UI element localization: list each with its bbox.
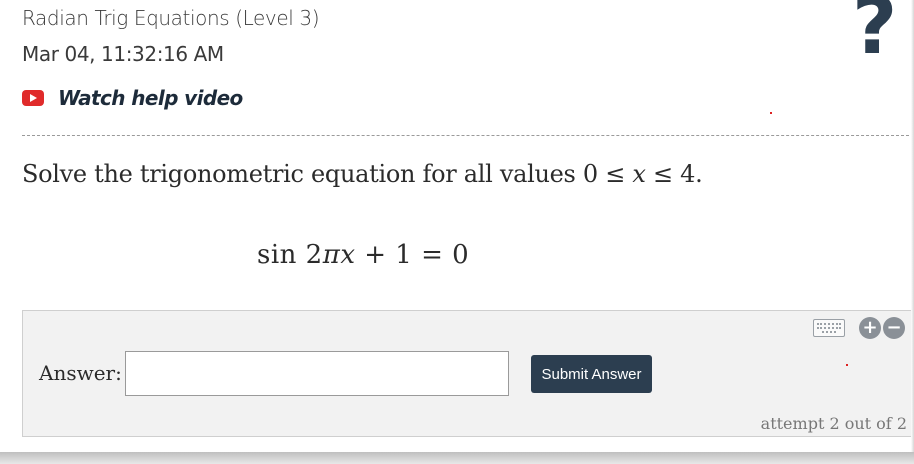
question-mark-icon[interactable]: ? bbox=[852, 0, 897, 66]
prompt-text: Solve the trigonometric equation for all… bbox=[22, 160, 583, 188]
bound-high: 4 bbox=[680, 160, 696, 188]
leq-symbol: ≤ bbox=[605, 160, 626, 188]
answer-input[interactable] bbox=[125, 351, 509, 396]
leq-symbol: ≤ bbox=[652, 160, 673, 188]
plus-circle-icon[interactable]: + bbox=[859, 317, 881, 339]
equation-variable: x bbox=[340, 240, 356, 270]
sin-fn: sin bbox=[257, 240, 297, 270]
answer-label: Answer: bbox=[39, 361, 122, 385]
youtube-play-icon bbox=[22, 90, 44, 106]
attempt-counter: attempt 2 out of 2 bbox=[760, 414, 907, 433]
stray-dot bbox=[770, 112, 772, 114]
top-clipped-text bbox=[22, 0, 112, 2]
minus-circle-icon[interactable]: − bbox=[883, 317, 905, 339]
question-prompt: Solve the trigonometric equation for all… bbox=[22, 160, 703, 188]
dashed-separator bbox=[22, 135, 914, 136]
help-video-label: Watch help video bbox=[58, 86, 243, 110]
period: . bbox=[695, 160, 703, 188]
problem-title: Radian Trig Equations (Level 3) bbox=[22, 6, 320, 30]
page-bottom-shadow bbox=[0, 452, 914, 464]
keyboard-icon[interactable] bbox=[813, 319, 845, 337]
domain-inequality: 0 ≤ x ≤ 4 bbox=[582, 160, 696, 188]
bound-low: 0 bbox=[582, 160, 598, 188]
equation-rest: + 1 = 0 bbox=[355, 240, 470, 270]
stray-dot bbox=[846, 364, 848, 366]
submit-answer-button[interactable]: Submit Answer bbox=[531, 355, 652, 393]
watch-help-video-link[interactable]: Watch help video bbox=[22, 86, 243, 110]
trig-equation: sin 2πx + 1 = 0 bbox=[257, 240, 469, 270]
coef: 2 bbox=[305, 240, 323, 270]
problem-page: Radian Trig Equations (Level 3) Mar 04, … bbox=[0, 0, 914, 464]
variable-x: x bbox=[632, 160, 646, 188]
answer-panel: + − Answer: Submit Answer attempt 2 out … bbox=[22, 310, 912, 437]
problem-datetime: Mar 04, 11:32:16 AM bbox=[22, 42, 224, 66]
pi-symbol: π bbox=[322, 240, 341, 270]
